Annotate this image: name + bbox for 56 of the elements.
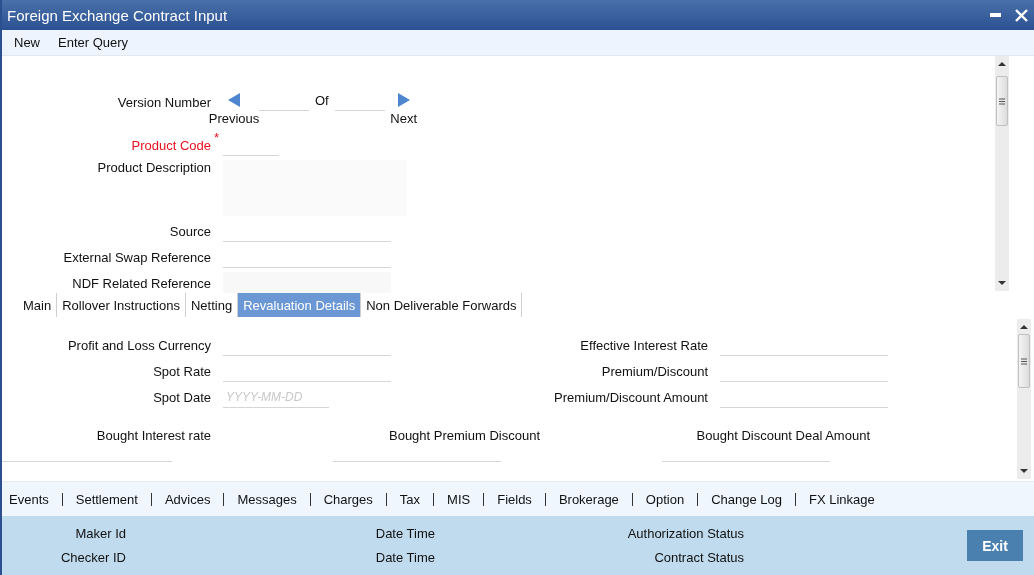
grip-icon — [1021, 357, 1027, 365]
toolbar-link[interactable]: Tax — [399, 491, 421, 507]
exit-button[interactable]: Exit — [967, 530, 1023, 561]
footer-label: Maker Id — [74, 526, 126, 541]
scrollbar[interactable] — [995, 56, 1009, 291]
toolbar-link[interactable]: Brokerage — [558, 491, 619, 507]
toolbar-link[interactable]: FX Linkage — [809, 491, 875, 507]
footer-label: Checker ID — [59, 550, 126, 565]
field-label: Premium/Discount Amount — [553, 389, 708, 405]
close-icon[interactable] — [1015, 8, 1028, 22]
field-label: Product Description — [97, 159, 211, 175]
of-label: Of — [314, 93, 330, 108]
scroll-up-icon[interactable] — [1020, 323, 1028, 331]
footer-label: Date Time — [374, 550, 435, 565]
previous-arrow-icon[interactable] — [228, 93, 240, 107]
toolbar-link[interactable]: Advices — [164, 491, 211, 507]
toolbar-link[interactable]: Option — [645, 491, 685, 507]
window-title: Foreign Exchange Contract Input — [7, 6, 228, 24]
field-label: External Swap Reference — [63, 249, 211, 265]
toolbar-link[interactable]: Messages — [237, 491, 297, 507]
next-arrow-icon[interactable] — [397, 93, 410, 107]
toolbar-link[interactable]: Settlement — [75, 491, 138, 507]
scrollbar[interactable] — [1017, 319, 1031, 479]
previous-link[interactable]: Previous — [208, 111, 260, 126]
minimize-icon[interactable] — [990, 13, 1001, 17]
menu-item[interactable]: New — [14, 35, 40, 50]
next-link[interactable]: Next — [390, 111, 418, 126]
field-label: Bought Premium Discount — [388, 428, 540, 443]
toolbar-link[interactable]: MIS — [447, 491, 471, 507]
scroll-down-icon[interactable] — [998, 279, 1006, 287]
field-label: Bought Discount Deal Amount — [695, 428, 870, 443]
field-label: Profit and Loss Currency — [66, 337, 211, 353]
field-label: Spot Date — [152, 389, 211, 405]
field-label: NDF Related Reference — [72, 275, 211, 291]
tab[interactable]: Main — [18, 293, 58, 317]
field-label: Effective Interest Rate — [579, 337, 708, 353]
required-mark: * — [213, 129, 219, 145]
toolbar-link[interactable]: Events — [9, 491, 49, 507]
field-label: Premium/Discount — [600, 363, 708, 379]
grip-icon — [999, 97, 1005, 105]
tab[interactable]: Rollover Instructions — [57, 293, 186, 317]
toolbar-link[interactable]: Change Log — [711, 491, 782, 507]
menu-item[interactable]: Enter Query — [58, 35, 129, 50]
field-label: Bought Interest rate — [95, 428, 211, 443]
field-label: Version Number — [116, 94, 211, 110]
field-label: Spot Rate — [152, 363, 211, 379]
toolbar-link[interactable]: Charges — [323, 491, 373, 507]
scroll-up-icon[interactable] — [998, 60, 1006, 68]
footer-label: Authorization Status — [626, 526, 744, 541]
footer-label: Contract Status — [653, 550, 744, 565]
scroll-down-icon[interactable] — [1020, 467, 1028, 475]
field-label: Product Code — [131, 137, 211, 153]
toolbar-link[interactable]: Fields — [497, 491, 532, 507]
footer-label: Date Time — [374, 526, 435, 541]
tab[interactable]: Non Deliverable Forwards — [361, 293, 523, 317]
field-label: Source — [169, 223, 211, 239]
